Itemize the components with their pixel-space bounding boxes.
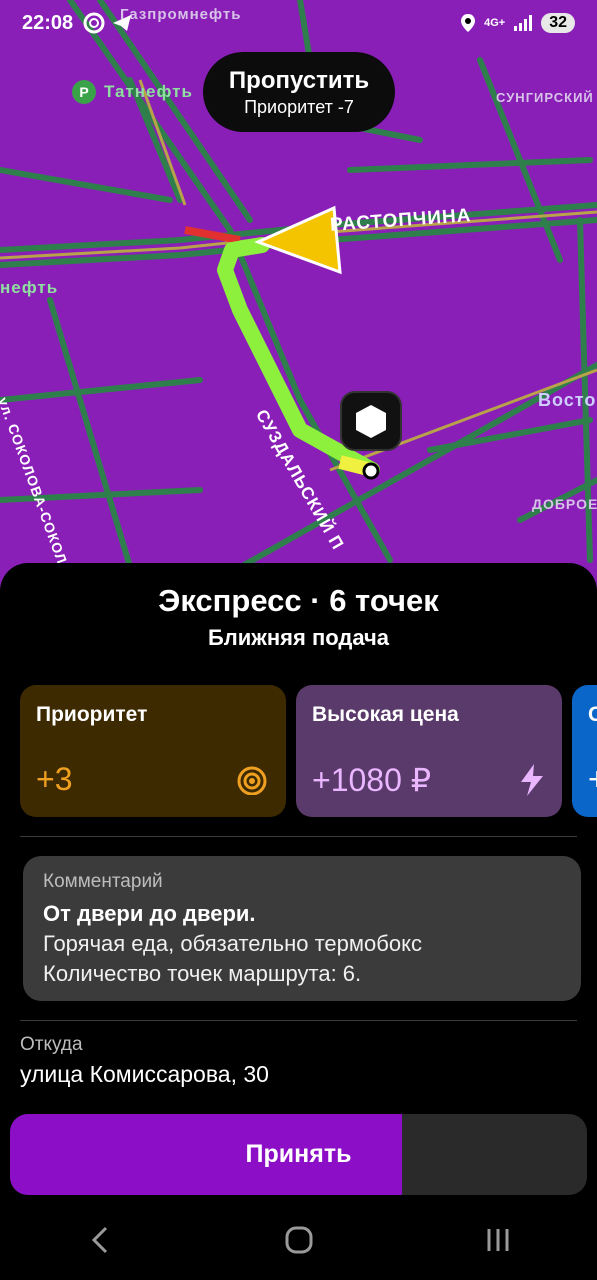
home-icon: [285, 1226, 312, 1254]
map-label-tatneft-left: нефть: [0, 278, 59, 297]
priority-radio-icon: [237, 766, 267, 795]
order-subtitle: Ближняя подача: [207, 625, 390, 650]
back-icon: [91, 1226, 107, 1254]
skip-order-button[interactable]: Пропустить Приоритет -7: [203, 52, 395, 132]
priority-card[interactable]: Приоритет +3: [20, 685, 286, 817]
extra-card[interactable]: С +: [572, 685, 597, 817]
comment-line-1: Горячая еда, обязательно термобокс: [43, 931, 422, 956]
location-icon: [461, 14, 476, 32]
priority-card-value: +3: [36, 761, 73, 797]
map-label-sungirsky: СУНГИРСКИЙ: [496, 90, 594, 105]
extra-card-title: С: [588, 703, 597, 726]
order-sheet: Экспресс · 6 точек Ближняя подача Приори…: [0, 563, 597, 1280]
battery-level: 32: [541, 13, 575, 33]
divider: [20, 836, 577, 837]
comment-bold: От двери до двери.: [43, 901, 256, 926]
map-label-dobroe: ДОБРОЕ: [532, 496, 597, 512]
back-button[interactable]: [70, 1210, 130, 1270]
accept-button[interactable]: Принять: [10, 1114, 587, 1195]
from-address: улица Комиссарова, 30: [20, 1061, 269, 1087]
map-label-tatneft: Татнефть: [104, 82, 193, 101]
status-time: 22:08: [22, 11, 74, 34]
accept-label: Принять: [245, 1140, 352, 1168]
divider: [20, 1020, 577, 1021]
home-button[interactable]: [269, 1210, 329, 1270]
extra-card-value: +: [588, 761, 597, 798]
recents-button[interactable]: [468, 1210, 528, 1270]
priority-card-title: Приоритет: [36, 703, 148, 726]
skip-subtitle: Приоритет -7: [244, 97, 354, 117]
comment-line-2: Количество точек маршрута: 6.: [43, 961, 362, 986]
recents-icon: [487, 1229, 508, 1251]
high-price-card-title: Высокая цена: [312, 703, 459, 726]
comment-box: Комментарий От двери до двери. Горячая е…: [23, 856, 581, 1001]
system-nav-bar: [0, 1200, 597, 1280]
network-type: 4G+: [484, 17, 506, 29]
map-label-vostok: Восто: [538, 390, 597, 410]
signal-icon: [514, 15, 533, 31]
lifebuoy-icon: [83, 12, 105, 34]
high-price-card[interactable]: Высокая цена +1080 ₽: [296, 685, 562, 817]
navigation-arrow-icon: [254, 205, 342, 275]
from-label: Откуда: [20, 1034, 83, 1055]
comment-label: Комментарий: [43, 871, 163, 892]
high-price-card-value: +1080 ₽: [312, 762, 432, 798]
telegram-icon: [113, 15, 132, 31]
gas-station-icon: P: [72, 80, 96, 104]
bonus-cards[interactable]: Приоритет +3 Высокая цена +1080 ₽ С +: [20, 685, 597, 817]
skip-title: Пропустить: [228, 67, 370, 94]
lightning-icon: [521, 764, 543, 796]
order-title: Экспресс · 6 точек: [158, 583, 439, 618]
status-bar: 22:08 4G+ 32: [0, 0, 597, 46]
